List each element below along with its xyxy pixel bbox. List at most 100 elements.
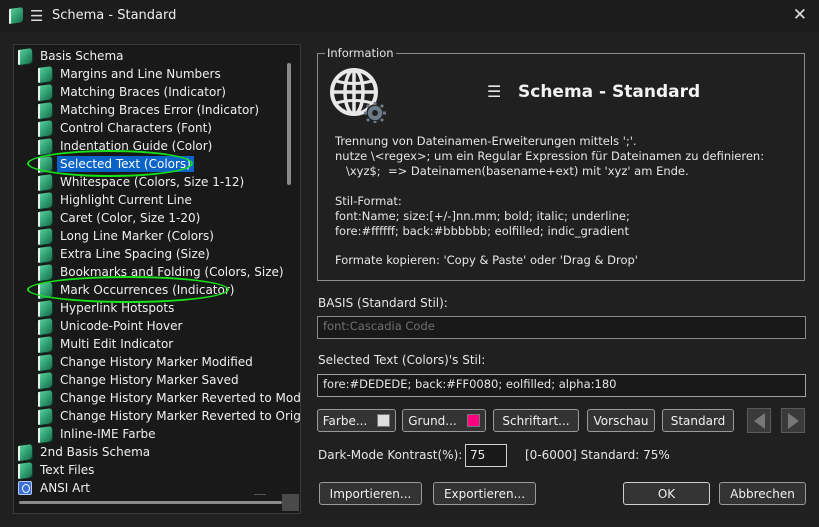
book-icon <box>18 443 32 461</box>
tree-item-selected[interactable]: Selected Text (Colors) <box>38 155 194 173</box>
book-icon <box>38 101 52 119</box>
tree-item[interactable]: Long Line Marker (Colors) <box>38 227 217 245</box>
globe-gear-icon <box>330 68 386 123</box>
book-icon <box>38 263 52 281</box>
tree-item-label: Margins and Line Numbers <box>60 67 221 81</box>
tree-item[interactable]: Bookmarks and Folding (Colors, Size) <box>38 263 287 281</box>
tree-item[interactable]: Matching Braces (Indicator) <box>38 83 229 101</box>
info-line: font:Name; size:[+/-]nn.mm; bold; italic… <box>335 209 630 223</box>
book-icon <box>38 83 52 101</box>
book-icon <box>38 137 52 155</box>
tree-item[interactable]: ANSI Art <box>18 479 93 497</box>
arrow-right-icon <box>787 412 799 429</box>
tree-item[interactable]: Inline-IME Farbe <box>38 425 159 443</box>
tree-item-label: Change History Marker Saved <box>60 373 239 387</box>
next-arrow-button[interactable] <box>781 408 805 433</box>
tree-item[interactable]: Unicode-Point Hover <box>38 317 185 335</box>
tree-item-label: Whitespace (Colors, Size 1-12) <box>60 175 245 189</box>
tree-item-label: Selected Text (Colors) <box>57 156 194 172</box>
dark-mode-contrast-input[interactable]: 75 <box>465 444 507 467</box>
tree-item[interactable]: Matching Braces Error (Indicator) <box>38 101 262 119</box>
tree-item[interactable]: Change History Marker Modified <box>38 353 256 371</box>
info-menu-icon: ☰ <box>487 82 502 101</box>
tree-item[interactable]: Whitespace (Colors, Size 1-12) <box>38 173 247 191</box>
cancel-button[interactable]: Abbrechen <box>719 482 806 505</box>
dark-mode-contrast-label: Dark-Mode Kontrast(%): <box>318 448 463 462</box>
basis-style-label: BASIS (Standard Stil): <box>318 296 448 310</box>
book-icon <box>38 119 52 137</box>
current-style-label: Selected Text (Colors)'s Stil: <box>318 353 486 367</box>
tree-item[interactable]: Mark Occurrences (Indicator) <box>38 281 237 299</box>
export-button[interactable]: Exportieren... <box>433 482 536 505</box>
tree-item-label: Inline-IME Farbe <box>60 427 156 441</box>
tree-item[interactable]: Hyperlink Hotspots <box>38 299 177 317</box>
book-icon <box>18 461 32 479</box>
book-icon <box>38 209 52 227</box>
book-icon <box>38 173 52 191</box>
title-bar: ☰ Schema - Standard ✕ <box>0 0 819 32</box>
tree-scroll-end <box>254 494 266 495</box>
tree-item[interactable]: Caret (Color, Size 1-20) <box>38 209 203 227</box>
book-icon <box>38 65 52 83</box>
info-line: Stil-Format: <box>335 194 402 208</box>
book-icon <box>18 47 32 65</box>
close-icon[interactable]: ✕ <box>793 5 807 25</box>
tree-item-label: Hyperlink Hotspots <box>60 301 175 315</box>
tree-scroll-corner <box>282 494 299 511</box>
information-legend: Information <box>325 46 396 60</box>
book-icon <box>38 299 52 317</box>
fore-color-button[interactable]: Farbe... <box>317 409 396 432</box>
book-icon <box>38 281 52 299</box>
info-line: Formate kopieren: 'Copy & Paste' oder 'D… <box>335 253 638 267</box>
tree-item[interactable]: Highlight Current Line <box>38 191 195 209</box>
tree-item[interactable]: Extra Line Spacing (Size) <box>38 245 213 263</box>
tree-item[interactable]: Basis Schema <box>18 47 126 65</box>
previous-arrow-button[interactable] <box>747 408 771 433</box>
book-icon <box>38 371 52 389</box>
tree-item[interactable]: Indentation Guide (Color) <box>38 137 215 155</box>
tree-item[interactable]: Control Characters (Font) <box>38 119 215 137</box>
book-icon <box>38 389 52 407</box>
ok-button[interactable]: OK <box>623 482 710 505</box>
default-button[interactable]: Standard <box>662 409 734 432</box>
back-color-button-label: Grund... <box>408 413 457 428</box>
tree-item[interactable]: Change History Marker Reverted to Modifi <box>38 389 301 407</box>
current-style-input[interactable]: fore:#DEDEDE; back:#FF0080; eolfilled; a… <box>317 374 806 397</box>
arrow-left-icon <box>753 412 765 429</box>
tree-item[interactable]: Margins and Line Numbers <box>38 65 224 83</box>
tree-horizontal-scrollbar[interactable] <box>19 501 282 504</box>
font-button[interactable]: Schriftart... <box>493 409 579 432</box>
tree-vertical-scrollbar[interactable] <box>287 63 291 185</box>
dark-mode-contrast-hint: [0-6000] Standard: 75% <box>525 448 670 462</box>
book-icon <box>38 425 52 443</box>
tree-item-label: Change History Marker Reverted to Modifi <box>60 391 301 405</box>
info-title: Schema - Standard <box>518 82 701 102</box>
book-icon <box>38 227 52 245</box>
back-color-swatch <box>466 414 480 427</box>
tree-item-label: Change History Marker Reverted to Origin <box>60 409 301 423</box>
tree-item[interactable]: 2nd Basis Schema <box>18 443 153 461</box>
tree-item-label: Multi Edit Indicator <box>60 337 174 351</box>
back-color-button[interactable]: Grund... <box>402 409 486 432</box>
tree-item[interactable]: Text Files <box>18 461 97 479</box>
import-button[interactable]: Importieren... <box>319 482 422 505</box>
tree-item[interactable]: Multi Edit Indicator <box>38 335 176 353</box>
info-line: nutze \<regex>; um ein Regular Expressio… <box>335 149 765 163</box>
tree-item[interactable]: Change History Marker Saved <box>38 371 242 389</box>
tree-item-label: Highlight Current Line <box>60 193 192 207</box>
window-title: Schema - Standard <box>52 8 177 23</box>
tree-item-label: Mark Occurrences (Indicator) <box>60 283 235 297</box>
fore-color-button-label: Farbe... <box>322 413 368 428</box>
ansi-icon <box>18 481 32 495</box>
tree-item[interactable]: Change History Marker Reverted to Origin <box>38 407 301 425</box>
preview-button[interactable]: Vorschau <box>587 409 655 432</box>
app-icon[interactable] <box>9 7 23 24</box>
info-line: \xyz$; => Dateinamen(basename+ext) mit '… <box>335 164 689 178</box>
tree-item-label: Control Characters (Font) <box>60 121 212 135</box>
menu-icon[interactable]: ☰ <box>30 7 43 25</box>
schema-tree[interactable]: Basis Schema Margins and Line Numbers Matc… <box>13 44 301 514</box>
book-icon <box>38 245 52 263</box>
tree-item-label: Basis Schema <box>40 49 124 63</box>
info-line: fore:#ffffff; back:#bbbbbb; eolfilled; i… <box>335 224 629 238</box>
tree-item-label: Matching Braces Error (Indicator) <box>60 103 260 117</box>
